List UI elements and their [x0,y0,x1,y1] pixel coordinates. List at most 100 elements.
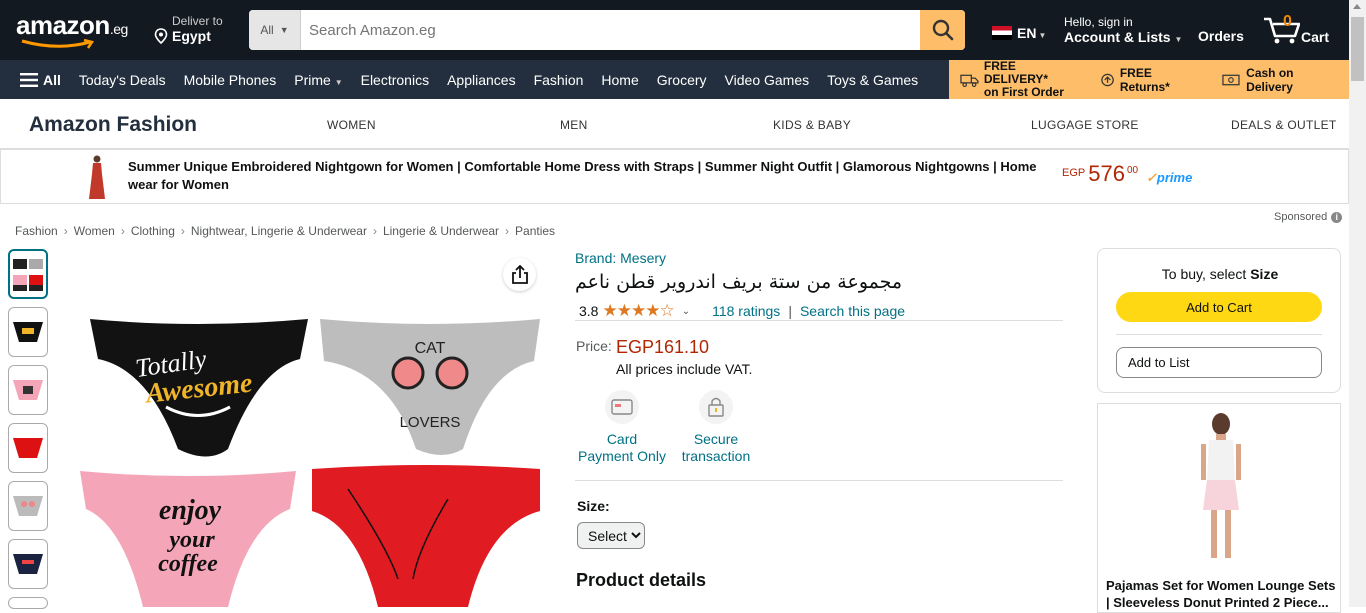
scroll-thumb[interactable] [1351,17,1364,81]
caret-down-icon: ▼ [1038,30,1047,40]
divider: | [788,303,792,319]
thumbnail-3[interactable] [8,365,48,415]
chevron-right-icon: › [505,224,510,238]
fashion-subnav: Amazon Fashion WOMEN MEN KIDS & BABY LUG… [0,99,1349,149]
nav-todays-deals[interactable]: Today's Deals [70,72,175,88]
amazon-logo[interactable]: amazon.eg [16,10,128,41]
banner-product-title[interactable]: Summer Unique Embroidered Nightgown for … [128,158,1048,194]
caret-down-icon: ▼ [334,77,343,87]
top-navbar: amazon.eg Deliver to Egypt All ▼ EN ▼ He… [0,0,1349,60]
chevron-right-icon: › [63,224,68,238]
fashion-cat-women[interactable]: WOMEN [327,118,376,132]
sponsored-banner[interactable]: Summer Unique Embroidered Nightgown for … [0,149,1349,204]
divider [1116,334,1322,335]
nav-grocery[interactable]: Grocery [648,72,716,88]
thumbnail-7[interactable] [8,597,48,609]
product-price: EGP161.10 [616,337,710,357]
fashion-store-title[interactable]: Amazon Fashion [29,113,197,137]
thumbnail-6[interactable] [8,539,48,589]
nav-fashion[interactable]: Fashion [525,72,593,88]
ad-product-title[interactable]: Pajamas Set for Women Lounge Sets | Slee… [1106,577,1336,611]
print-text-coffee: coffee [158,551,218,577]
promo-cod-label: Cash on Delivery [1246,65,1294,94]
search-category-dropdown[interactable]: All ▼ [249,10,301,50]
size-label: Size: [577,498,610,514]
nav-prime[interactable]: Prime ▼ [285,72,351,88]
print-text-your: your [166,527,215,553]
thumbnail-image [13,554,43,574]
feature-card-payment[interactable]: Card Payment Only [575,431,669,465]
banner-price-fraction: 00 [1126,165,1139,176]
thumbnail-1[interactable] [8,249,48,299]
search-input[interactable] [301,10,920,50]
cart-button[interactable]: 0 Cart [1262,13,1342,48]
scroll-up-arrow-icon[interactable] [1353,4,1361,9]
page-scrollbar[interactable] [1349,0,1366,607]
star-rating-icon[interactable]: ★★★★☆ [602,301,674,321]
fashion-cat-men[interactable]: MEN [560,118,588,132]
ratings-count-link[interactable]: 118 ratings [712,303,780,319]
account-label: Account & Lists [1064,29,1171,45]
lock-icon[interactable] [699,390,733,424]
thumbnail-5[interactable] [8,481,48,531]
promo-returns-label: FREE Returns* [1119,65,1170,94]
nav-home[interactable]: Home [592,72,647,88]
sponsored-ad[interactable]: Pajamas Set for Women Lounge Sets | Slee… [1097,403,1341,613]
language-selector[interactable]: EN ▼ [992,25,1046,41]
chevron-right-icon: › [372,224,377,238]
search-this-page-link[interactable]: Search this page [800,303,905,319]
breadcrumb-clothing[interactable]: Clothing [131,224,175,238]
thumbnail-image [13,259,43,291]
ad-product-image[interactable] [1193,410,1249,566]
breadcrumb-panties[interactable]: Panties [515,224,555,238]
nav-toys-games[interactable]: Toys & Games [818,72,927,88]
banner-product-image[interactable] [85,154,109,200]
deliver-to[interactable]: Deliver to Egypt [154,14,223,44]
cart-label: Cart [1301,29,1330,45]
share-button[interactable] [503,258,536,291]
breadcrumb-fashion[interactable]: Fashion [15,224,58,238]
main-product-image[interactable]: Totally Awesome CAT LOVERS enjoy your co… [68,249,548,607]
nav-electronics[interactable]: Electronics [352,72,438,88]
search-icon [932,19,953,41]
banner-currency: EGP [1062,167,1086,179]
thumbnail-4[interactable] [8,423,48,473]
promo-free-returns[interactable]: FREE Returns* [1089,66,1212,94]
nav-video-games[interactable]: Video Games [716,72,819,88]
fashion-cat-deals-outlet[interactable]: DEALS & OUTLET [1231,118,1337,132]
promo-free-delivery[interactable]: FREE DELIVERY* on First Order [949,60,1089,99]
thumbnail-2[interactable] [8,307,48,357]
add-to-list-button[interactable]: Add to List [1116,347,1322,378]
sponsored-label[interactable]: Sponsored i [1274,211,1343,223]
add-to-cart-button[interactable]: Add to Cart [1116,292,1322,322]
promo-strip: FREE DELIVERY* on First Order FREE Return… [949,60,1349,99]
breadcrumb-women[interactable]: Women [74,224,115,238]
divider [575,320,1063,321]
cart-icon [1264,17,1300,44]
cart-count: 0 [1283,13,1292,30]
returns-icon [1101,73,1114,86]
promo-cash-on-delivery[interactable]: Cash on Delivery [1211,66,1349,94]
caret-down-icon: ▼ [1174,35,1183,44]
search-button[interactable] [920,10,965,50]
delivery-truck-icon [960,74,979,87]
card-payment-icon[interactable] [605,390,639,424]
brand-link[interactable]: Brand: Mesery [575,250,666,266]
size-select[interactable]: Select [577,522,645,549]
chevron-down-icon[interactable]: ⌄ [682,306,690,317]
feature-secure-transaction[interactable]: Secure transaction [670,431,762,465]
fashion-cat-kids-baby[interactable]: KIDS & BABY [773,118,851,132]
account-lists[interactable]: Hello, sign in Account & Lists ▼ [1064,15,1182,45]
product-photo: Totally Awesome CAT LOVERS enjoy your co… [68,249,548,607]
rating-value: 3.8 [579,303,599,319]
orders-link[interactable]: Orders [1198,28,1244,44]
breadcrumb-nightwear[interactable]: Nightwear, Lingerie & Underwear [191,224,367,238]
product-title: مجموعة من ستة بريف اندروير قطن ناعم [575,271,903,293]
nav-appliances[interactable]: Appliances [438,72,525,88]
fashion-cat-luggage[interactable]: LUGGAGE STORE [1031,118,1139,132]
info-icon: i [1331,211,1343,223]
breadcrumb-lingerie[interactable]: Lingerie & Underwear [383,224,499,238]
hamburger-icon [20,72,38,87]
nav-mobile-phones[interactable]: Mobile Phones [175,72,286,88]
all-menu-button[interactable]: All [0,72,70,88]
